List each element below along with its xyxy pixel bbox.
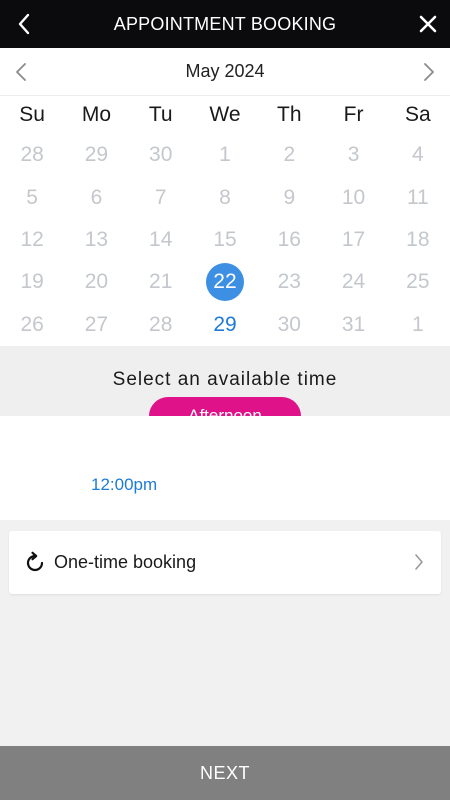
calendar-day: 16 xyxy=(277,227,301,251)
booking-type-label: One-time booking xyxy=(54,552,197,572)
calendar-day: 12 xyxy=(20,227,44,251)
calendar-day: 25 xyxy=(406,270,430,294)
selected-day-number: 22 xyxy=(205,263,244,302)
calendar-day: 29 xyxy=(84,143,109,167)
chevron-left-icon xyxy=(16,63,26,81)
calendar-day: 23 xyxy=(277,270,301,294)
next-button[interactable]: NEXT xyxy=(0,746,450,800)
next-month-button[interactable] xyxy=(414,56,444,88)
calendar-day-available[interactable]: 29 xyxy=(193,304,257,346)
back-button[interactable] xyxy=(8,8,40,40)
calendar-day: 10 xyxy=(341,185,366,209)
weekday-label: Th xyxy=(277,103,302,126)
calendar-day: 24 xyxy=(341,270,366,294)
page-title: APPOINTMENT BOOKING xyxy=(113,13,337,34)
calendar-day: 4 xyxy=(412,143,424,167)
weekday-label: Tu xyxy=(148,103,173,126)
calendar-day: 15 xyxy=(213,227,237,251)
month-label: May 2024 xyxy=(185,61,265,81)
calendar-day: 21 xyxy=(149,270,173,294)
calendar-day: 27 xyxy=(84,312,109,336)
calendar-day: 28 xyxy=(149,312,173,336)
calendar-day: 1 xyxy=(412,312,424,336)
header-bar: APPOINTMENT BOOKING xyxy=(0,0,450,48)
calendar-day-selected[interactable]: 22 xyxy=(193,261,257,303)
weekday-label: Su xyxy=(19,103,45,126)
close-button[interactable] xyxy=(412,8,444,40)
weekday-label: Sa xyxy=(405,103,431,126)
calendar-day: 3 xyxy=(347,143,360,167)
select-time-label: Select an available time xyxy=(112,369,338,390)
chevron-right-icon xyxy=(424,63,434,81)
calendar-day: 9 xyxy=(283,185,296,209)
calendar-day: 11 xyxy=(406,185,429,209)
calendar-day: 6 xyxy=(90,185,103,209)
calendar-day: 19 xyxy=(20,270,44,294)
calendar-day: 5 xyxy=(26,185,38,209)
booking-type-row[interactable]: One-time booking xyxy=(9,531,441,594)
calendar-day: 30 xyxy=(277,312,301,336)
calendar-day: 13 xyxy=(84,227,109,251)
calendar: May 2024 Su Mo Tu We Th Fr Sa 28 29 30 1 2 3 4 5 6 7 8 9 1… xyxy=(0,48,450,346)
calendar-day: 2 xyxy=(283,143,296,167)
calendar-day: 20 xyxy=(84,270,109,294)
prev-month-button[interactable] xyxy=(6,56,36,88)
calendar-day: 28 xyxy=(20,143,44,167)
calendar-day: 14 xyxy=(149,227,173,251)
close-icon xyxy=(419,15,437,33)
weekday-label: We xyxy=(209,103,241,126)
chevron-right-icon xyxy=(415,554,423,570)
day-grid: 28 29 30 1 2 3 4 5 6 7 8 9 10 11 12 13 14 15 16 17 18 19 20 21 2… xyxy=(0,134,450,346)
weekday-header: Su Mo Tu We Th Fr Sa xyxy=(0,96,450,134)
calendar-day: 7 xyxy=(154,185,167,209)
calendar-day: 8 xyxy=(219,185,231,209)
refresh-icon xyxy=(26,551,44,572)
time-slots: 12:00pm xyxy=(0,416,450,520)
month-navigator: May 2024 xyxy=(0,48,450,96)
chevron-left-icon xyxy=(18,13,30,35)
weekday-label: Fr xyxy=(343,103,364,126)
calendar-day: 30 xyxy=(149,143,173,167)
time-slot[interactable]: 12:00pm xyxy=(91,475,157,495)
calendar-day: 31 xyxy=(341,312,366,336)
calendar-day: 26 xyxy=(20,312,44,336)
calendar-day: 18 xyxy=(406,227,430,251)
weekday-label: Mo xyxy=(81,103,112,126)
calendar-day: 17 xyxy=(341,227,366,251)
calendar-day: 1 xyxy=(219,143,231,167)
